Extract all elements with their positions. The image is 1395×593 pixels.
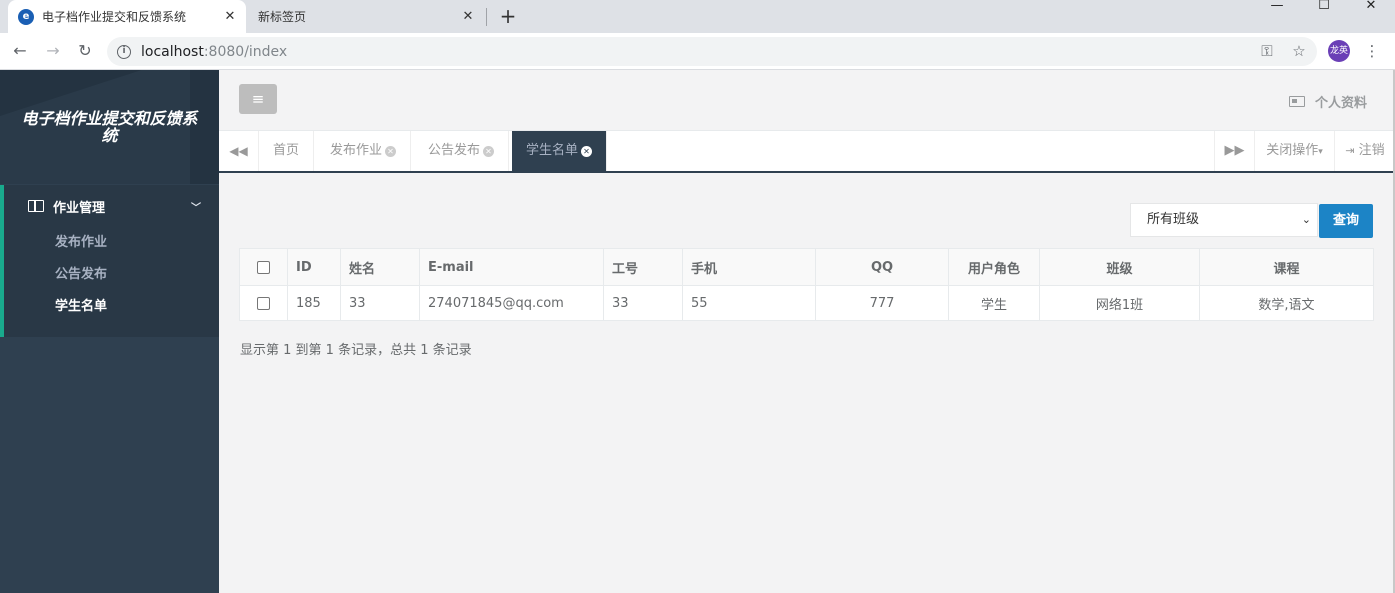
header-id[interactable]: ID bbox=[287, 248, 341, 286]
sidebar-item-announcement[interactable]: 公告发布 bbox=[4, 259, 219, 291]
profile-label: 个人资料 bbox=[1314, 96, 1367, 111]
logout-button[interactable]: ⇥ 注销 bbox=[1334, 131, 1395, 171]
book-icon bbox=[28, 200, 44, 212]
chevron-down-icon: ⌄ bbox=[1301, 213, 1311, 226]
cell-qq: 777 bbox=[815, 285, 949, 321]
brand-title: 电子档作业提交和反馈系统 bbox=[21, 109, 198, 145]
minimize-icon[interactable]: — bbox=[1254, 0, 1300, 20]
tab-home[interactable]: 首页 bbox=[259, 131, 315, 171]
header-email[interactable]: E-mail bbox=[419, 248, 604, 286]
site-favicon-icon: e bbox=[18, 8, 34, 25]
key-icon[interactable]: ⚿ bbox=[1257, 41, 1277, 61]
profile-link[interactable]: 个人资料 bbox=[1288, 92, 1367, 111]
kebab-menu-icon[interactable]: ⋮ bbox=[1362, 41, 1382, 61]
sidebar-group-label: 作业管理 bbox=[53, 200, 106, 216]
cell-name: 33 bbox=[340, 285, 420, 321]
header-class[interactable]: 班级 bbox=[1039, 248, 1200, 286]
student-table: ID 姓名 E-mail 工号 手机 QQ 用户角色 班级 课程 185 33 … bbox=[239, 248, 1374, 321]
tab-publish-homework[interactable]: 发布作业 ✕ bbox=[316, 131, 412, 171]
query-button[interactable]: 查询 bbox=[1319, 204, 1373, 238]
class-filter-select[interactable]: 所有班级 ⌄ bbox=[1130, 203, 1318, 237]
profile-avatar[interactable]: 龙英 bbox=[1328, 40, 1350, 62]
cell-role: 学生 bbox=[948, 285, 1040, 321]
tab-close-icon[interactable]: ✕ bbox=[385, 146, 397, 157]
sidebar-item-publish-homework[interactable]: 发布作业 bbox=[4, 227, 219, 259]
header-job-number[interactable]: 工号 bbox=[603, 248, 683, 286]
tab-student-list[interactable]: 学生名单 ✕ bbox=[512, 131, 608, 171]
header-role[interactable]: 用户角色 bbox=[948, 248, 1040, 286]
table-header-row: ID 姓名 E-mail 工号 手机 QQ 用户角色 班级 课程 bbox=[239, 248, 1374, 286]
logout-icon: ⇥ bbox=[1345, 144, 1355, 157]
page-tabs-bar: ◀◀ 首页 发布作业 ✕ 公告发布 ✕ 学生名单 ✕ ▶▶ 关闭操作▾ ⇥ 注销 bbox=[219, 131, 1395, 173]
url-text: localhost:8080/index bbox=[141, 43, 288, 60]
tab-close-icon[interactable]: ✕ bbox=[581, 146, 593, 157]
header-qq[interactable]: QQ bbox=[815, 248, 949, 286]
close-operations-dropdown[interactable]: 关闭操作▾ bbox=[1254, 131, 1334, 171]
browser-toolbar: ← → ↻ i localhost:8080/index ⚿ ☆ 龙英 ⋮ bbox=[0, 33, 1395, 70]
row-checkbox-cell bbox=[239, 285, 288, 321]
cell-phone: 55 bbox=[682, 285, 816, 321]
tabs-scroll-right-icon[interactable]: ▶▶ bbox=[1214, 131, 1254, 171]
id-card-icon bbox=[1288, 96, 1305, 107]
table-row[interactable]: 185 33 274071845@qq.com 33 55 777 学生 网络1… bbox=[239, 285, 1374, 321]
header-phone[interactable]: 手机 bbox=[682, 248, 816, 286]
chevron-down-icon: ﹀ bbox=[191, 202, 201, 214]
cell-email: 274071845@qq.com bbox=[419, 285, 604, 321]
star-bookmark-icon[interactable]: ☆ bbox=[1289, 41, 1309, 61]
select-all-checkbox[interactable] bbox=[257, 260, 270, 274]
cell-class: 网络1班 bbox=[1039, 285, 1200, 321]
sidebar-menu: 作业管理 ﹀ 发布作业 公告发布 学生名单 bbox=[0, 185, 219, 337]
sidebar-header: 电子档作业提交和反馈系统 bbox=[0, 70, 219, 184]
header-course[interactable]: 课程 bbox=[1199, 248, 1374, 286]
browser-tab-title: 电子档作业提交和反馈系统 bbox=[42, 10, 187, 24]
sidebar: 电子档作业提交和反馈系统 作业管理 ﹀ 发布作业 公告发布 学生名单 bbox=[0, 70, 219, 593]
window-close-icon[interactable]: ✕ bbox=[1348, 0, 1394, 20]
tab-close-icon[interactable]: ✕ bbox=[483, 146, 495, 157]
pagination-info: 显示第 1 到第 1 条记录，总共 1 条记录 bbox=[240, 343, 472, 358]
cell-job-number: 33 bbox=[603, 285, 683, 321]
new-tab-plus-icon[interactable]: + bbox=[496, 3, 520, 29]
header-name[interactable]: 姓名 bbox=[340, 248, 420, 286]
sidebar-group-homework[interactable]: 作业管理 ﹀ bbox=[4, 185, 219, 227]
cell-course: 数学,语文 bbox=[1199, 285, 1374, 321]
browser-tab-title: 新标签页 bbox=[258, 10, 307, 24]
tabs-scroll-left-icon[interactable]: ◀◀ bbox=[219, 131, 259, 171]
sidebar-item-student-list[interactable]: 学生名单 bbox=[4, 291, 219, 323]
menu-toggle-button[interactable]: ≡ bbox=[239, 84, 277, 114]
browser-tab-newtab[interactable]: 新标签页 ✕ bbox=[248, 0, 484, 33]
select-all-checkbox-cell bbox=[239, 248, 288, 286]
cell-id: 185 bbox=[287, 285, 341, 321]
caret-down-icon: ▾ bbox=[1318, 147, 1323, 157]
browser-tabstrip: e 电子档作业提交和反馈系统 ✕ 新标签页 ✕ + — ☐ ✕ bbox=[0, 0, 1395, 33]
content-topbar: ≡ 个人资料 bbox=[219, 70, 1395, 131]
tab-divider bbox=[486, 8, 487, 26]
info-icon[interactable]: i bbox=[117, 44, 131, 59]
maximize-icon[interactable]: ☐ bbox=[1301, 0, 1347, 20]
back-arrow-icon[interactable]: ← bbox=[8, 39, 32, 63]
row-checkbox[interactable] bbox=[257, 296, 270, 310]
forward-arrow-icon[interactable]: → bbox=[41, 39, 65, 63]
close-icon[interactable]: ✕ bbox=[222, 9, 238, 24]
tab-announcement[interactable]: 公告发布 ✕ bbox=[414, 131, 510, 171]
close-icon[interactable]: ✕ bbox=[460, 9, 476, 24]
reload-icon[interactable]: ↻ bbox=[73, 39, 97, 63]
address-bar[interactable]: i localhost:8080/index bbox=[107, 37, 1317, 66]
browser-tab-active[interactable]: e 电子档作业提交和反馈系统 ✕ bbox=[8, 0, 246, 33]
